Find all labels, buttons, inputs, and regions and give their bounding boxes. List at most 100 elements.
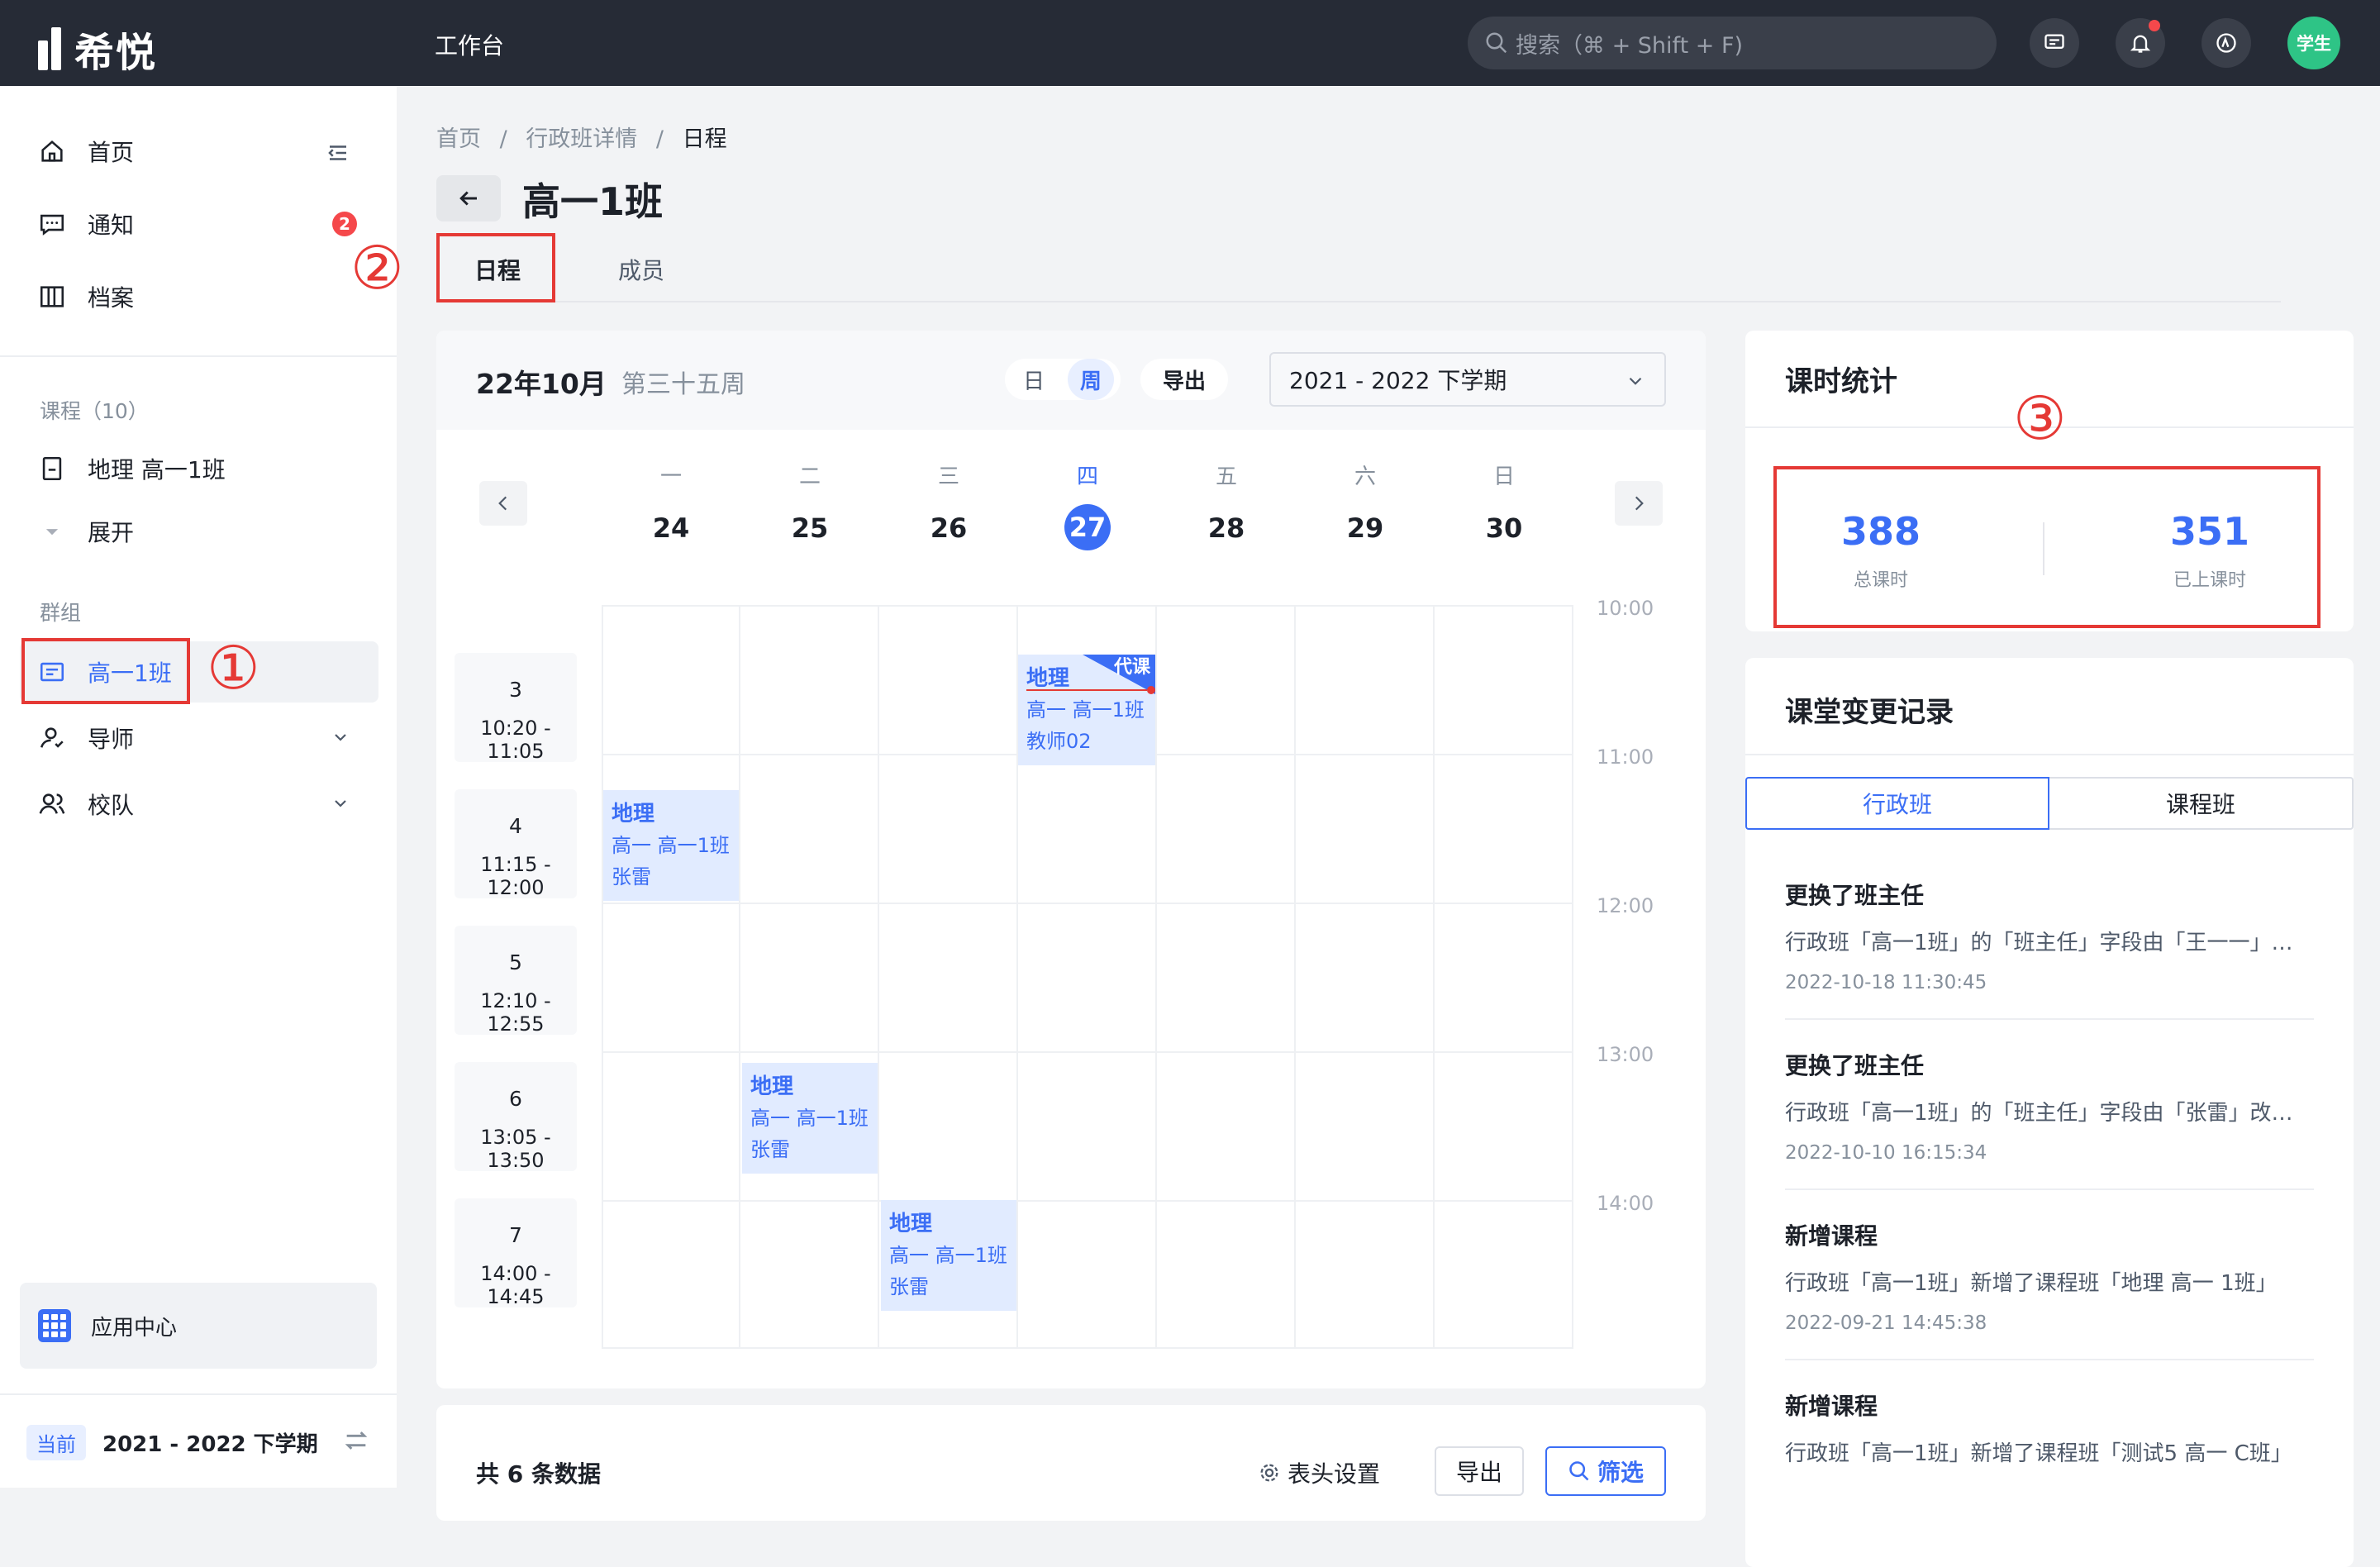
annotation-3: ③ [2013,383,2067,453]
period-number: 4 [509,814,522,838]
record-separator [1785,1359,2314,1360]
notification-button[interactable] [2116,18,2165,68]
sidebar-item-label: 展开 [88,519,135,546]
time-label: 13:00 [1597,1043,1654,1066]
event-teacher: 张雷 [750,1138,790,1161]
event-class: 高一 高一1班 [889,1244,1007,1267]
list-export-button[interactable]: 导出 [1435,1446,1524,1496]
breadcrumb-class-detail[interactable]: 行政班详情 [526,126,637,152]
weekday-label: 日 [1492,464,1515,489]
compass-icon [2216,33,2236,53]
date-number[interactable]: 28 [1177,512,1276,544]
period-slot: 3 10:20 - 11:05 [455,653,577,763]
switch-icon[interactable] [342,1426,370,1455]
collapse-sidebar-icon[interactable] [326,141,350,165]
stats-title: 课时统计 [1785,365,1897,398]
calendar-month: 22年10月 [476,368,607,400]
message-button[interactable] [2030,18,2079,68]
sidebar-item-label: 导师 [88,726,135,753]
segment-course-class[interactable]: 课程班 [2049,777,2354,830]
weekday-label: 一 [659,464,682,489]
workbench-link[interactable]: 工作台 [435,28,504,61]
date-number[interactable]: 24 [621,512,721,544]
sidebar-item-home[interactable]: 首页 [38,131,134,172]
date-number[interactable]: 30 [1454,512,1554,544]
view-week-button[interactable]: 周 [1068,359,1114,400]
page-title: 高一1班 [522,179,664,224]
record-separator [1785,1018,2314,1020]
date-number[interactable]: 25 [760,512,859,544]
current-term-tag: 当前 [26,1425,86,1460]
weekday-label: 三 [937,464,959,489]
calendar-event[interactable]: 地理 高一 高一1班 教师02 代课 [1018,655,1155,765]
weekday-label: 六 [1354,464,1376,489]
filter-button[interactable]: 筛选 [1545,1446,1666,1496]
logo[interactable]: 希悦 [38,20,157,78]
column-settings-button[interactable]: 表头设置 [1258,1456,1380,1489]
tab-members[interactable]: 成员 [618,253,664,286]
view-day-button[interactable]: 日 [1013,359,1054,400]
message-icon [40,214,64,236]
sidebar-item-team[interactable]: 校队 [38,784,134,825]
period-number: 6 [509,1087,522,1111]
event-class: 高一 高一1班 [750,1107,869,1130]
record-title: 更换了班主任 [1785,882,1925,909]
date-number-today[interactable]: 27 [1064,504,1111,550]
back-button[interactable] [436,175,501,221]
calendar-event[interactable]: 地理 高一 高一1班 张雷 [742,1063,878,1174]
app-grid-icon [38,1309,71,1342]
record-body: 行政班「高一1班」新增了课程班「测试5 高一 C班」 [1785,1441,2292,1466]
record-body: 行政班「高一1班」的「班主任」字段由「张雷」改为「王一一」 [1785,1101,2314,1126]
calendar-event[interactable]: 地理 高一 高一1班 张雷 [881,1200,1016,1311]
search-input[interactable]: 搜索（⌘ + Shift + F) [1468,17,1997,69]
logo-text: 希悦 [74,30,158,76]
annotation-box-1 [21,638,190,704]
sidebar-item-archive[interactable]: 档案 [38,276,134,317]
event-title: 地理 [889,1212,933,1236]
term-select[interactable]: 2021 - 2022 下学期 [1269,352,1666,407]
sidebar-item-label: 地理 高一1班 [88,456,226,483]
record-body: 行政班「高一1班」新增了课程班「地理 高一 1班」 [1785,1271,2278,1296]
sidebar-item-mentor[interactable]: 导师 [38,717,134,759]
chevron-left-icon [498,496,507,511]
event-title: 地理 [750,1074,794,1099]
weekday-label-today: 四 [1076,464,1098,489]
event-title: 地理 [612,802,655,826]
sidebar-item-course[interactable]: 地理 高一1班 [38,448,226,489]
sidebar-item-notice[interactable]: 通知 [38,203,134,245]
next-week-button[interactable] [1615,481,1663,526]
logo-icon [38,27,66,70]
sidebar-item-label: 档案 [88,284,135,312]
arrow-left-icon [459,191,477,206]
avatar[interactable]: 学生 [2287,17,2340,69]
substitute-tag: 代课 [1113,657,1150,678]
date-number[interactable]: 29 [1316,512,1415,544]
sidebar-expand[interactable]: 展开 [38,511,134,552]
period-time: 10:20 - 11:05 [480,717,551,763]
date-number[interactable]: 26 [899,512,998,544]
records-divider [1745,754,2354,755]
chevron-down-icon [1629,377,1642,385]
app-center-label: 应用中心 [91,1315,178,1341]
calendar-export-button[interactable]: 导出 [1140,359,1228,400]
breadcrumb-home[interactable]: 首页 [436,126,481,152]
period-number: 7 [509,1223,522,1247]
notification-dot [2149,20,2160,31]
prev-week-button[interactable] [479,481,527,526]
chevron-down-icon[interactable] [331,793,350,813]
calendar-event[interactable]: 地理 高一 高一1班 张雷 [603,790,739,901]
chevron-down-icon[interactable] [331,727,350,747]
time-label: 14:00 [1597,1192,1654,1215]
event-teacher: 张雷 [612,865,651,888]
records-title: 课堂变更记录 [1785,696,1954,729]
sidebar-item-label: 通知 [88,212,135,239]
event-class: 高一 高一1班 [1026,698,1145,722]
app-center-button[interactable]: 应用中心 [20,1283,377,1369]
home-icon [41,140,63,162]
weekday-label: 五 [1215,464,1237,489]
sidebar-divider [0,1393,397,1395]
app-switch-button[interactable] [2202,18,2251,68]
segment-admin-class[interactable]: 行政班 [1745,777,2049,830]
period-slot: 5 12:10 - 12:55 [455,926,577,1036]
data-count: 共 6 条数据 [476,1460,601,1488]
